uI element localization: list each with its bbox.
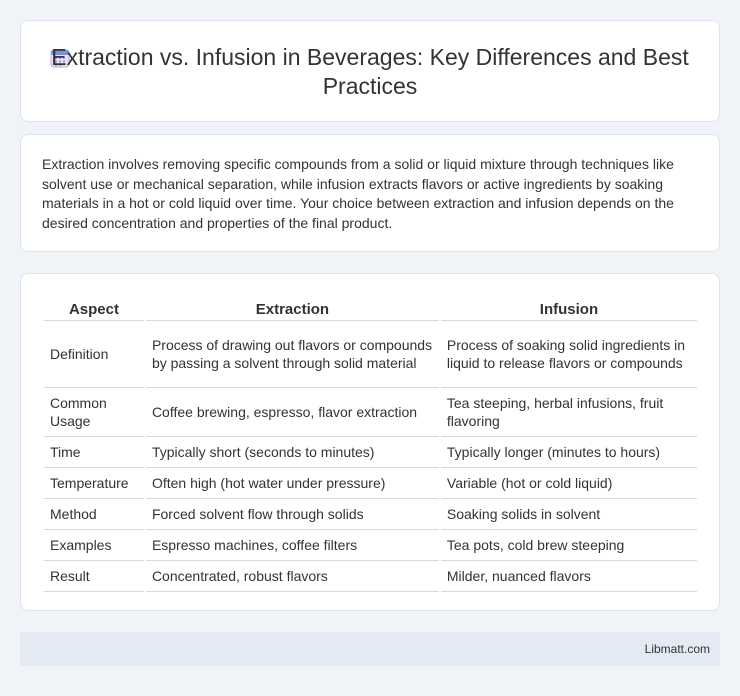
aspect-cell: Definition: [44, 321, 144, 388]
aspect-cell: Examples: [44, 530, 144, 561]
aspect-cell: Temperature: [44, 468, 144, 499]
footer-site-link[interactable]: Libmatt.com: [645, 642, 710, 656]
infusion-cell: Soaking solids in solvent: [440, 499, 697, 530]
table-row: Examples Espresso machines, coffee filte…: [44, 530, 697, 561]
table-row: Temperature Often high (hot water under …: [44, 468, 697, 499]
comparison-card: Aspect Extraction Infusion Definition Pr…: [20, 273, 720, 611]
intro-paragraph: Extraction involves removing specific co…: [42, 156, 674, 231]
table-row: Result Concentrated, robust flavors Mild…: [44, 561, 697, 592]
infusion-cell: Process of soaking solid ingredients in …: [440, 321, 697, 388]
page-title: Extraction vs. Infusion in Beverages: Ke…: [51, 44, 689, 99]
aspect-cell: Common Usage: [44, 388, 144, 437]
infusion-cell: Milder, nuanced flavors: [440, 561, 697, 592]
infusion-cell: Tea steeping, herbal infusions, fruit fl…: [440, 388, 697, 437]
extraction-cell: Typically short (seconds to minutes): [145, 437, 439, 468]
aspect-cell: Method: [44, 499, 144, 530]
footer: Libmatt.com: [20, 632, 720, 666]
aspect-cell: Result: [44, 561, 144, 592]
infusion-cell: Tea pots, cold brew steeping: [440, 530, 697, 561]
table-row: Definition Process of drawing out flavor…: [44, 321, 697, 388]
column-header-extraction: Extraction: [145, 294, 439, 321]
intro-card: Extraction involves removing specific co…: [20, 134, 720, 252]
extraction-cell: Coffee brewing, espresso, flavor extract…: [145, 388, 439, 437]
comparison-table: Aspect Extraction Infusion Definition Pr…: [42, 294, 699, 592]
extraction-cell: Espresso machines, coffee filters: [145, 530, 439, 561]
table-row: Common Usage Coffee brewing, espresso, f…: [44, 388, 697, 437]
table-row: Time Typically short (seconds to minutes…: [44, 437, 697, 468]
column-header-infusion: Infusion: [440, 294, 697, 321]
infusion-cell: Typically longer (minutes to hours): [440, 437, 697, 468]
header-card: Extraction vs. Infusion in Beverages: Ke…: [20, 20, 720, 122]
table-row: Method Forced solvent flow through solid…: [44, 499, 697, 530]
infusion-cell: Variable (hot or cold liquid): [440, 468, 697, 499]
extraction-cell: Concentrated, robust flavors: [145, 561, 439, 592]
column-header-aspect: Aspect: [44, 294, 144, 321]
aspect-cell: Time: [44, 437, 144, 468]
extraction-cell: Forced solvent flow through solids: [145, 499, 439, 530]
extraction-cell: Often high (hot water under pressure): [145, 468, 439, 499]
table-header-row: Aspect Extraction Infusion: [44, 294, 697, 321]
extraction-cell: Process of drawing out flavors or compou…: [145, 321, 439, 388]
